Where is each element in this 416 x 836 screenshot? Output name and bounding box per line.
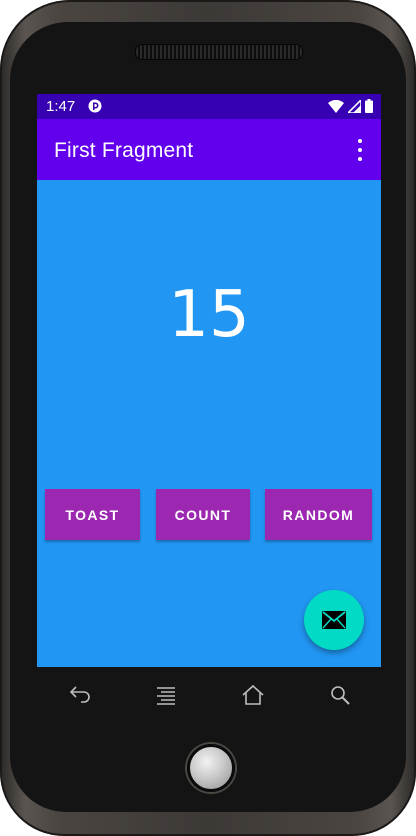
phone-frame: 1:47 First Fragment 15 TOAST COUNT RANDO… [0,0,416,836]
home-icon[interactable] [240,682,266,708]
earpiece-speaker [135,44,303,60]
overflow-dot [358,139,362,143]
battery-icon [365,99,373,113]
random-button[interactable]: RANDOM [265,489,372,540]
hardware-nav-bar [37,672,381,718]
app-notification-icon [88,99,102,113]
back-icon[interactable] [67,682,93,708]
toast-button[interactable]: TOAST [45,489,140,540]
app-bar: First Fragment [37,119,381,180]
email-icon [322,611,346,629]
device-screen: 1:47 First Fragment 15 TOAST COUNT RANDO… [37,94,381,667]
menu-icon[interactable] [153,682,179,708]
overflow-dot [358,157,362,161]
overflow-dot [358,148,362,152]
search-icon[interactable] [327,682,353,708]
status-icons [328,99,373,113]
physical-home-button[interactable] [187,744,235,792]
status-time: 1:47 [46,98,76,115]
page-title: First Fragment [54,139,194,162]
signal-icon [348,99,361,113]
email-fab-button[interactable] [304,590,364,650]
status-bar: 1:47 [37,94,381,119]
more-vert-icon[interactable] [353,139,367,161]
count-button[interactable]: COUNT [156,489,250,540]
count-display: 15 [168,278,250,352]
wifi-icon [328,99,344,113]
